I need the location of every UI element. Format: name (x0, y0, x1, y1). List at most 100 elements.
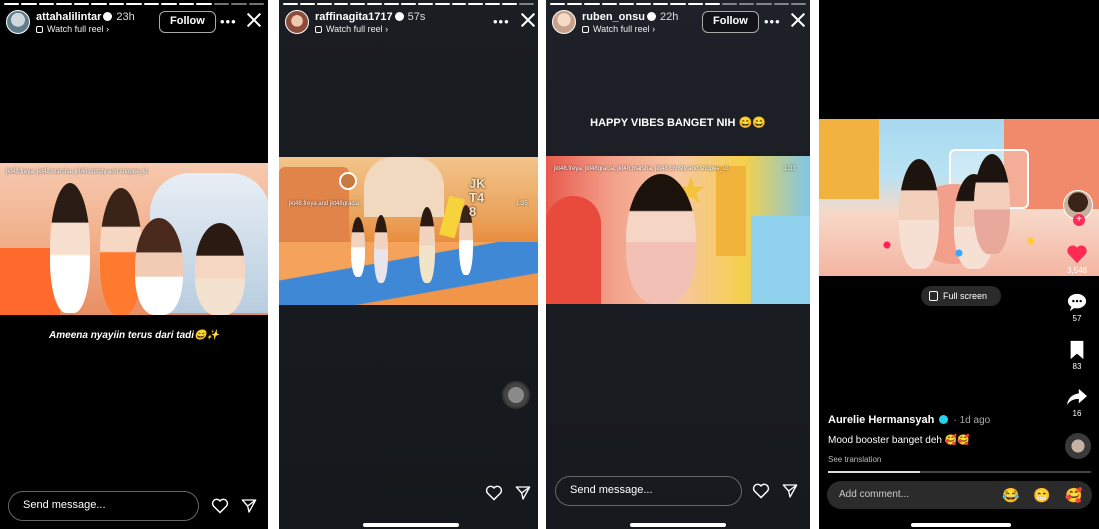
story-panel-3: ruben_onsu 22h Watch full reel › Follow •… (546, 0, 810, 529)
more-options-icon[interactable]: ••• (493, 14, 510, 29)
avatar[interactable] (6, 10, 30, 34)
home-indicator (911, 523, 1011, 527)
bookmark-icon (1070, 340, 1084, 360)
story-panel-1: attahalilintar 23h Watch full reel › Foll… (0, 0, 268, 529)
watch-full-reel-link[interactable]: Watch full reel › (315, 24, 388, 34)
video-clock (339, 172, 357, 190)
video-tags: jkt48.freya and jkt48gracia (289, 201, 360, 207)
author-line: Aurelie Hermansyah · 1d ago (828, 414, 990, 426)
video-panel (716, 166, 746, 256)
video-tags: jkt48.freya, jkt48.marsha, jkt48.christy… (6, 169, 148, 175)
close-icon[interactable] (520, 12, 536, 28)
heart-filled-icon (1067, 245, 1087, 264)
follow-button[interactable]: Follow (159, 11, 216, 33)
verified-icon (103, 12, 113, 21)
share-icon (1067, 388, 1087, 406)
post-description: Mood booster banget deh 🥰🥰 (828, 435, 970, 446)
send-icon[interactable] (241, 498, 257, 514)
comments-count: 57 (1072, 314, 1082, 323)
avatar[interactable] (285, 10, 309, 34)
video-duration: 1:35 (516, 201, 528, 207)
watch-full-reel-link[interactable]: Watch full reel › (36, 24, 109, 34)
music-disc-avatar[interactable] (1065, 433, 1091, 459)
save-button[interactable]: 83 (1061, 340, 1093, 371)
story-caption: Ameena nyayiin terus dari tadi😄✨ (49, 330, 219, 341)
story-header: ruben_onsu 22h Watch full reel › Follow •… (552, 10, 804, 38)
video-carousel (546, 196, 601, 304)
send-message-input[interactable]: Send message... (555, 476, 742, 506)
comment-icon (1067, 293, 1087, 312)
story-progress-bar (283, 3, 534, 5)
heart-eyes-emoji-icon[interactable]: 🥰 (1065, 486, 1083, 504)
video-person (374, 215, 388, 283)
see-translation-link[interactable]: See translation (828, 455, 881, 464)
fullscreen-button[interactable]: Full screen (921, 286, 1001, 306)
username[interactable]: attahalilintar 23h (36, 11, 135, 23)
reel-video[interactable]: jkt48.freya, jkt48.marsha, jkt48.christy… (0, 163, 268, 315)
share-button[interactable]: 16 (1061, 387, 1093, 418)
heart-icon[interactable] (752, 483, 770, 499)
video-floor (279, 242, 538, 305)
username[interactable]: ruben_onsu 22h (582, 11, 678, 23)
reel-video[interactable]: JKT48 jkt48.freya and jkt48gracia 1:35 (279, 157, 538, 305)
username[interactable]: raffinagita1717 57s (315, 11, 425, 23)
watch-full-reel-link[interactable]: Watch full reel › (582, 24, 655, 34)
reel-icon (36, 26, 43, 33)
video-person (351, 217, 365, 277)
grin-emoji-icon[interactable]: 😁 (1033, 486, 1051, 504)
story-header: raffinagita1717 57s Watch full reel › ••• (285, 10, 532, 38)
more-options-icon[interactable]: ••• (764, 14, 781, 29)
video-wall (819, 119, 879, 199)
home-indicator (630, 523, 726, 527)
video-balls (839, 229, 1079, 269)
video-person (50, 183, 90, 313)
reel-icon (315, 26, 322, 33)
author-name[interactable]: Aurelie Hermansyah (828, 414, 934, 426)
video-duration: 1:33 (784, 166, 796, 172)
post-time: · 1d ago (953, 415, 991, 426)
video-person (195, 223, 245, 315)
reel-video[interactable]: jkt48.freya, jkt48gracia, jkt48.marsha, … (546, 156, 810, 304)
story-header: attahalilintar 23h Watch full reel › Foll… (6, 10, 262, 38)
like-button[interactable]: 3,548 (1061, 244, 1093, 275)
send-message-input[interactable]: Send message... (8, 491, 199, 521)
home-indicator (363, 523, 459, 527)
video-person (419, 207, 435, 283)
story-progress-bar (550, 3, 807, 5)
video-panel (751, 216, 810, 304)
comment-button[interactable]: 57 (1061, 292, 1093, 323)
reel-icon (582, 26, 589, 33)
follow-button[interactable]: Follow (702, 11, 759, 33)
fullscreen-icon (929, 291, 938, 301)
verified-icon (646, 12, 656, 21)
reel-video[interactable] (819, 119, 1099, 276)
close-icon[interactable] (246, 12, 262, 28)
video-person (626, 174, 696, 304)
more-options-icon[interactable]: ••• (220, 14, 237, 29)
add-comment-input[interactable]: Add comment... (827, 481, 1092, 509)
saves-count: 83 (1072, 362, 1082, 371)
video-panel-4: Full screen + 3,548 57 83 16 Aurelie Her… (819, 0, 1099, 529)
verified-icon (394, 12, 404, 21)
heart-icon[interactable] (485, 485, 503, 501)
laugh-emoji-icon[interactable]: 😂 (1002, 486, 1020, 504)
video-person (135, 218, 183, 315)
send-icon[interactable] (515, 485, 531, 501)
verified-icon (939, 415, 949, 424)
heart-icon[interactable] (211, 498, 229, 514)
send-icon[interactable] (782, 483, 798, 499)
video-progress-bar[interactable] (828, 471, 1091, 473)
likes-count: 3,548 (1066, 266, 1088, 275)
video-logo: JKT48 (469, 176, 486, 219)
close-icon[interactable] (790, 12, 806, 28)
story-progress-bar (4, 3, 265, 5)
shares-count: 16 (1072, 409, 1082, 418)
follow-plus-icon[interactable]: + (1073, 214, 1085, 226)
story-pause-indicator[interactable] (502, 381, 530, 409)
screenshot-strip: attahalilintar 23h Watch full reel › Foll… (0, 0, 1099, 529)
video-progress-fill (828, 471, 921, 473)
video-tags: jkt48.freya, jkt48gracia, jkt48.marsha, … (554, 166, 728, 172)
video-building (364, 157, 444, 217)
avatar[interactable] (552, 10, 576, 34)
story-panel-2: raffinagita1717 57s Watch full reel › •••… (279, 0, 538, 529)
